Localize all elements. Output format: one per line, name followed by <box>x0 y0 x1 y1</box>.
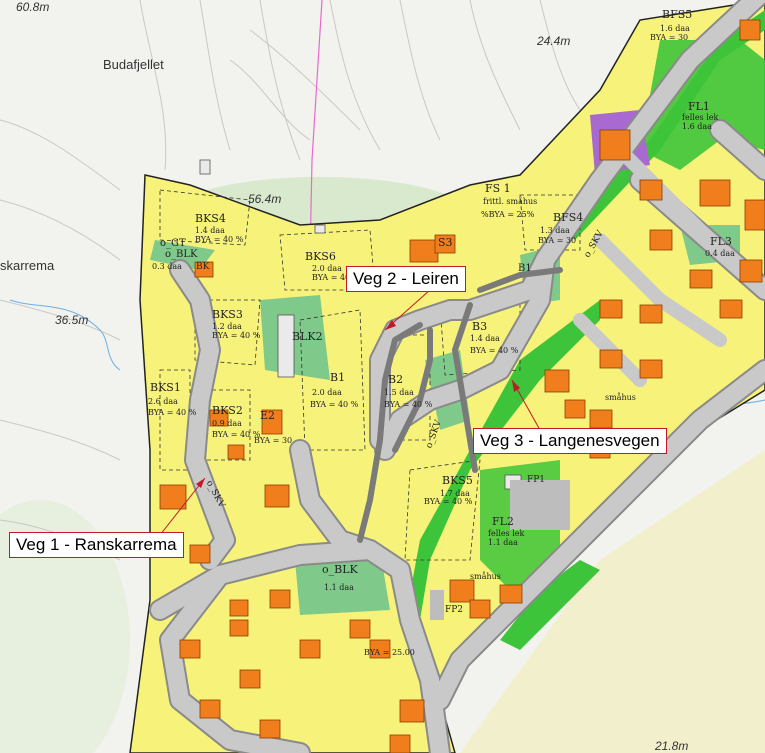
zone-bya-bks1: BYA = 40 % <box>148 408 197 417</box>
zone-label-bfs5: BFS5 <box>662 8 693 21</box>
zone-label-fp1: FP1 <box>527 475 546 485</box>
zone-area-fl3: 0.4 daa <box>705 249 735 258</box>
zone-bya-fs1: %BYA = 25% <box>481 210 535 219</box>
zone-area-bks2: 0.9 daa <box>212 419 242 428</box>
zone-label-fl1: FL1 <box>688 100 710 113</box>
zone-label-bks4: BKS4 <box>195 212 226 225</box>
zone-label-e2: E2 <box>260 409 276 422</box>
zone-label-bl: B1 <box>518 263 532 274</box>
zone-area-bks6: 2.0 daa <box>312 264 342 273</box>
zone-area-oblk-small: 0.3 daa <box>152 262 182 271</box>
zone-bya-b1: BYA = 40 % <box>310 400 359 409</box>
zone-area-bfs4: 1.3 daa <box>540 226 570 235</box>
elevation-label: 60.8m <box>16 0 50 14</box>
zone-bya-lower: BYA = 25.00 <box>364 648 415 657</box>
callout-veg-3-langenesvegen[interactable]: Veg 3 - Langenesvegen <box>473 428 667 454</box>
elevation-label: 24.4m <box>537 34 571 48</box>
zone-label-oblk: o_BLK <box>322 563 358 576</box>
zone-bya-bks5: BYA = 40 % <box>424 497 473 506</box>
zone-label-b2: B2 <box>388 373 404 386</box>
place-name-ranskarrema: skarrema <box>0 258 55 273</box>
zone-label-smahus: småhus <box>605 393 636 402</box>
callout-veg-2-leiren[interactable]: Veg 2 - Leiren <box>346 266 466 292</box>
zone-bya-b3: BYA = 40 % <box>470 346 519 355</box>
zone-area-b3: 1.4 daa <box>470 334 500 343</box>
zone-label-bks6: BKS6 <box>305 250 336 263</box>
zone-label-fl2: FL2 <box>492 515 514 528</box>
zone-label-b3: B3 <box>472 320 488 333</box>
elevation-label: 21.8m <box>655 739 689 753</box>
zone-area-fs1: frittl. småhus <box>483 197 538 206</box>
zone-label-bks2: BKS2 <box>212 404 243 417</box>
zone-bya-bks4: BYA = 40 % <box>195 235 244 244</box>
zone-label-smahus: småhus <box>470 572 501 581</box>
zone-area-bks1: 2.6 daa <box>148 397 178 406</box>
zone-label-bk: BK <box>196 262 210 272</box>
zone-label-ogt: o_GT <box>160 238 186 249</box>
zone-bya-b2: BYA = 40 % <box>384 400 433 409</box>
zone-bya-e2: BYA = 30 <box>254 436 293 445</box>
zone-label-bks1: BKS1 <box>150 381 181 394</box>
zone-label-fl3: FL3 <box>710 235 732 248</box>
zone-area-fl2: felles lek <box>488 529 525 538</box>
zoning-map[interactable]: Budafjellet skarrema 60.8m 24.4m 56.4m 3… <box>0 0 765 753</box>
zone-area-bks3: 1.2 daa <box>212 322 242 331</box>
zone-label-fs1: FS 1 <box>485 182 511 195</box>
elevation-label: 56.4m <box>248 192 282 206</box>
zone-label-bks5: BKS5 <box>442 474 473 487</box>
zone-label-fp2: FP2 <box>445 605 464 615</box>
zone-area-b2: 1.5 daa <box>384 388 414 397</box>
zone-area-fl1: felles lek <box>682 113 719 122</box>
zone-bya-bks3: BYA = 40 % <box>212 331 261 340</box>
zone-bya-bfs4: BYA = 30 <box>538 236 577 245</box>
zone-bya-bfs5: BYA = 30 <box>650 33 689 42</box>
zone-label-b1: B1 <box>330 371 346 384</box>
zone-label-blk2: BLK2 <box>292 330 323 343</box>
callout-veg-1-ranskarrema[interactable]: Veg 1 - Ranskarrema <box>9 532 184 558</box>
elevation-label: 36.5m <box>55 313 89 327</box>
zone-area-bfs5: 1.6 daa <box>660 24 690 33</box>
zone-bya-fl2: 1.1 daa <box>488 538 518 547</box>
zone-label-s3: S3 <box>438 236 453 249</box>
zone-area-bks4: 1.4 daa <box>195 226 225 235</box>
map-canvas <box>0 0 765 753</box>
place-name-budafjellet: Budafjellet <box>103 57 164 72</box>
zone-area-b1: 2.0 daa <box>312 388 342 397</box>
zone-bya-fl1: 1.6 daa <box>682 122 712 131</box>
zone-label-bks3: BKS3 <box>212 308 243 321</box>
zone-area-oblk: 1.1 daa <box>324 583 354 592</box>
zone-label-oblk-small: o_BLK <box>165 249 198 260</box>
zone-label-bfs4: BFS4 <box>553 211 584 224</box>
